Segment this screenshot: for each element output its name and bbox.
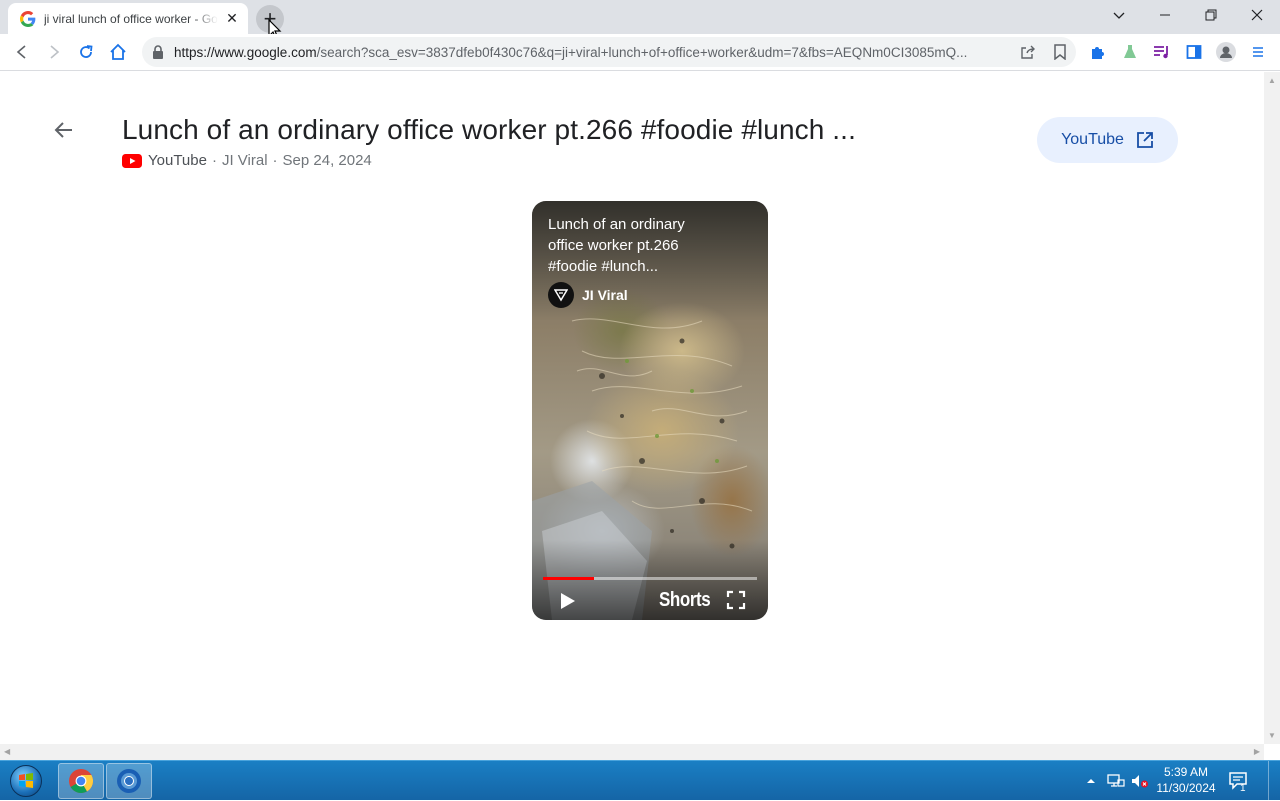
flask-icon <box>1124 45 1136 58</box>
playlist-music-icon <box>1154 46 1168 59</box>
start-button[interactable] <box>4 763 48 799</box>
video-channel[interactable]: JI Viral <box>548 282 628 308</box>
windows-start-orb-icon <box>10 765 42 797</box>
close-window-button[interactable] <box>1234 0 1280 30</box>
address-url: https://www.google.com/search?sca_esv=38… <box>174 45 1012 60</box>
scroll-left-arrow-icon[interactable]: ◀ <box>4 747 10 756</box>
youtube-logo-icon <box>122 153 142 168</box>
result-channel: JI Viral <box>221 152 268 169</box>
browser-toolbar: https://www.google.com/search?sca_esv=38… <box>0 34 1280 71</box>
address-bar[interactable]: https://www.google.com/search?sca_esv=38… <box>142 37 1076 67</box>
home-icon <box>110 43 126 60</box>
tab-close-icon[interactable]: ✕ <box>224 10 240 27</box>
open-button-label: YouTube <box>1061 131 1124 148</box>
google-favicon-icon <box>20 10 36 27</box>
back-icon <box>16 45 26 59</box>
tab-search-chevron-icon[interactable] <box>1096 0 1142 30</box>
browser-menu-button[interactable] <box>1244 38 1272 66</box>
bookmark-star-icon[interactable] <box>1044 44 1076 60</box>
taskbar-browser-app[interactable] <box>106 763 152 799</box>
tab-title: ji viral lunch of office worker - Go <box>44 11 218 26</box>
horizontal-scrollbar[interactable]: ◀ ▶ <box>0 744 1264 760</box>
side-panel-icon <box>1186 45 1202 59</box>
open-external-icon <box>1137 132 1153 148</box>
forward-button[interactable] <box>40 38 68 66</box>
browser-titlebar: ji viral lunch of office worker - Go ✕ + <box>0 0 1280 40</box>
home-button[interactable] <box>104 38 132 66</box>
reload-icon <box>80 45 93 58</box>
video-progress-fill <box>543 577 595 580</box>
extensions-button[interactable] <box>1084 38 1112 66</box>
taskbar-chrome-app[interactable] <box>58 763 104 799</box>
video-channel-name: JI Viral <box>582 287 628 303</box>
share-icon[interactable] <box>1012 44 1044 60</box>
video-progress-bar[interactable] <box>543 577 757 580</box>
back-button[interactable] <box>8 38 36 66</box>
open-in-youtube-button[interactable]: YouTube <box>1037 117 1178 163</box>
puzzle-icon <box>1092 47 1104 59</box>
network-icon[interactable] <box>1106 761 1126 801</box>
fullscreen-icon[interactable] <box>726 590 746 610</box>
forward-icon <box>50 45 60 59</box>
video-title: Lunch of an ordinary office worker pt.26… <box>548 216 685 275</box>
browser-tab-active[interactable]: ji viral lunch of office worker - Go ✕ <box>8 3 248 34</box>
menu-lines-icon <box>1253 47 1263 57</box>
tray-overflow-icon[interactable] <box>1086 761 1096 801</box>
shorts-label: Shorts <box>659 589 711 611</box>
chromium-icon <box>117 769 141 793</box>
result-date: Sep 24, 2024 <box>282 152 372 169</box>
scroll-down-arrow-icon[interactable]: ▼ <box>1268 731 1276 740</box>
scroll-right-arrow-icon[interactable]: ▶ <box>1254 747 1260 756</box>
minimize-window-button[interactable] <box>1142 0 1188 30</box>
meta-separator: · <box>272 152 278 169</box>
windows-taskbar: 5:39 AM 11/30/2024 1 <box>0 760 1280 801</box>
action-center-icon[interactable]: 1 <box>1228 761 1250 801</box>
media-controls-button[interactable] <box>1148 38 1176 66</box>
url-host: https://www.google.com <box>174 44 317 60</box>
play-icon[interactable] <box>556 590 578 612</box>
result-meta: YouTube · JI Viral · Sep 24, 2024 <box>122 152 372 169</box>
profile-avatar-icon <box>1216 42 1236 62</box>
chrome-icon <box>69 769 94 794</box>
result-source: YouTube <box>148 152 207 169</box>
restore-window-button[interactable] <box>1188 0 1234 30</box>
reload-button[interactable] <box>72 38 100 66</box>
clock-time: 5:39 AM <box>1163 765 1209 779</box>
back-arrow-icon[interactable] <box>52 118 76 142</box>
video-player[interactable]: Lunch of an ordinary office worker pt.26… <box>532 201 768 620</box>
clock-date: 11/30/2024 <box>1156 781 1216 795</box>
lock-icon <box>153 45 163 59</box>
scroll-up-arrow-icon[interactable]: ▲ <box>1268 76 1276 85</box>
volume-muted-icon[interactable] <box>1130 761 1150 801</box>
profile-button[interactable] <box>1212 38 1240 66</box>
channel-logo-icon <box>554 289 568 302</box>
taskbar-clock[interactable]: 5:39 AM 11/30/2024 <box>1150 764 1222 796</box>
vertical-scrollbar[interactable]: ▲ ▼ <box>1264 72 1280 744</box>
result-title[interactable]: Lunch of an ordinary office worker pt.26… <box>122 114 856 146</box>
notification-count: 1 <box>1240 783 1246 794</box>
side-panel-button[interactable] <box>1180 38 1208 66</box>
lab-extension-button[interactable] <box>1116 38 1144 66</box>
meta-separator: · <box>211 152 217 169</box>
channel-avatar <box>548 282 574 308</box>
url-path: /search?sca_esv=3837dfeb0f430c76&q=ji+vi… <box>316 44 968 60</box>
show-desktop-button[interactable] <box>1268 761 1280 801</box>
page-content: Lunch of an ordinary office worker pt.26… <box>0 72 1264 744</box>
